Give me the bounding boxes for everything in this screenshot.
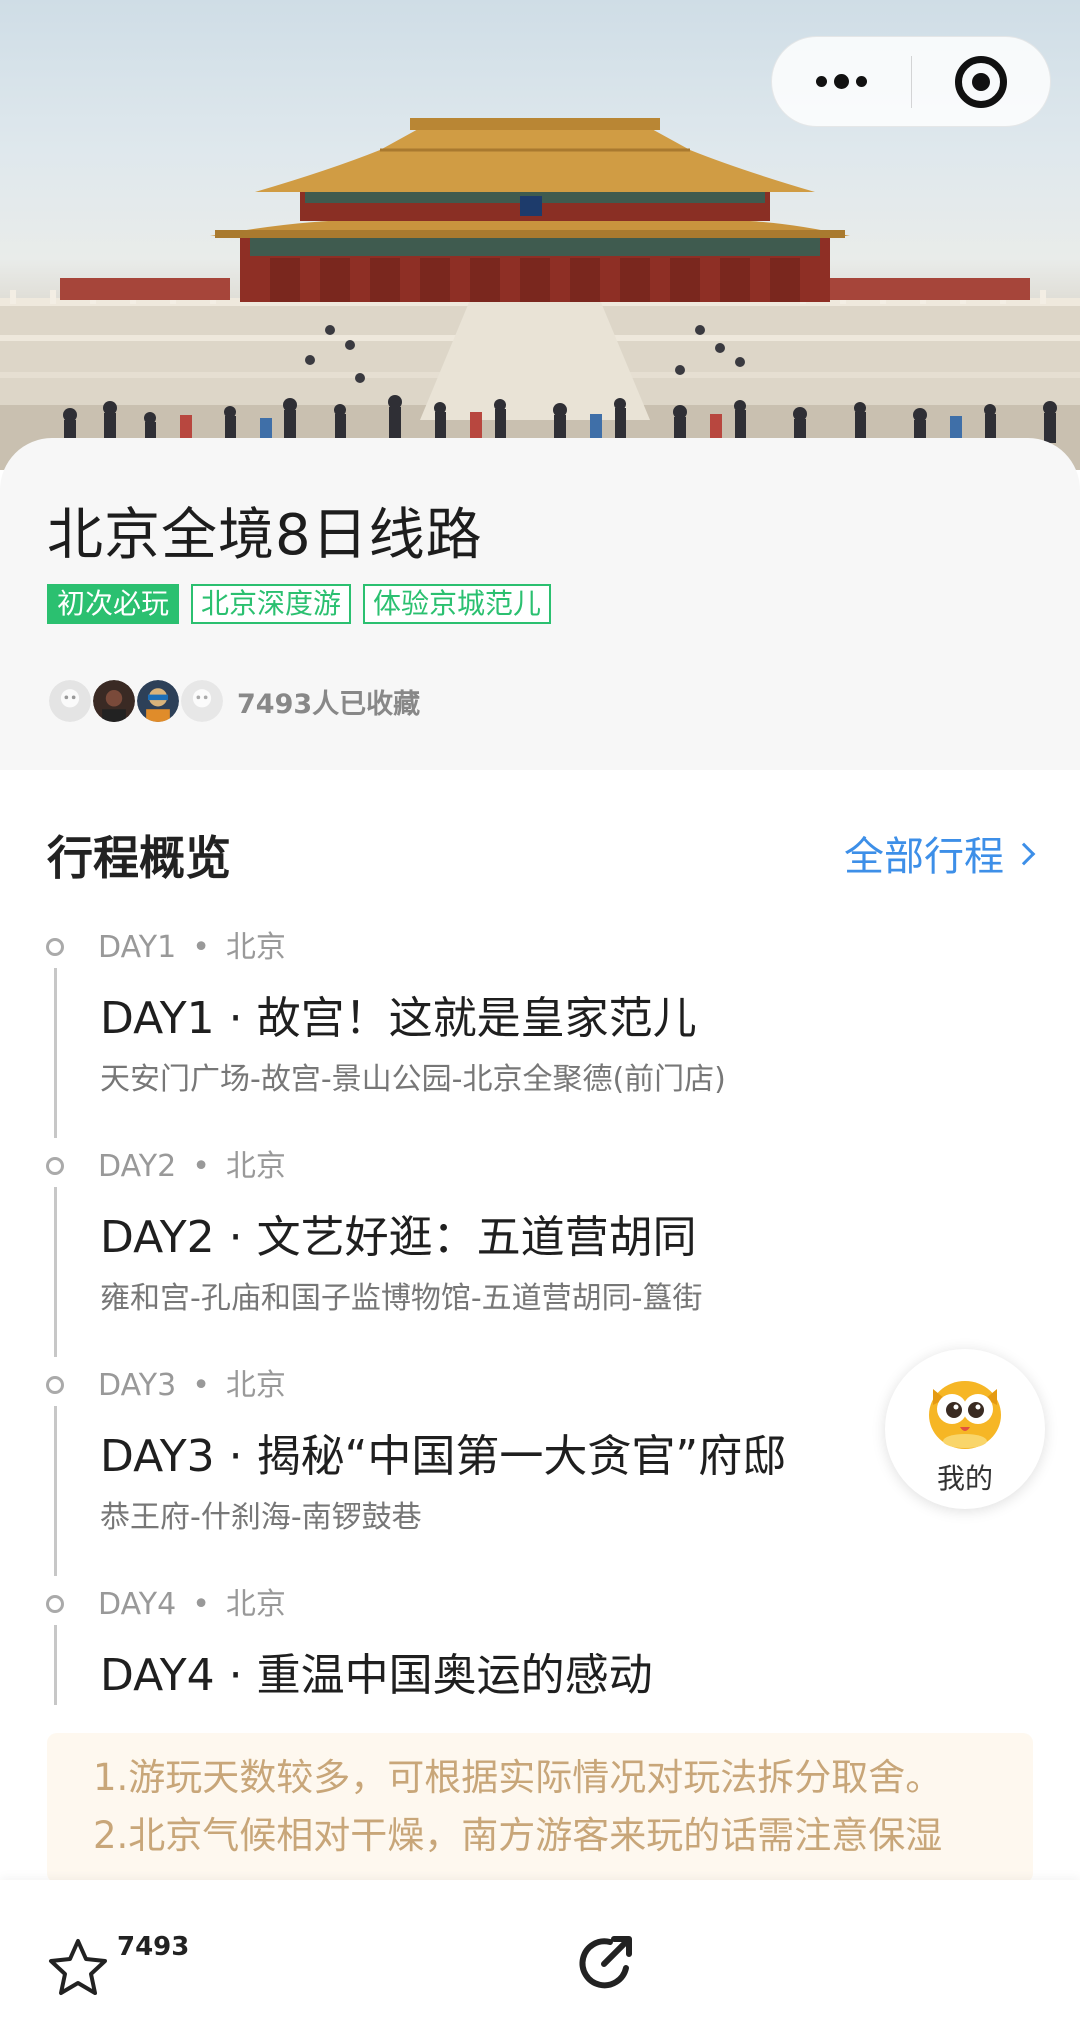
timeline-dot: [46, 938, 64, 956]
day-item-1[interactable]: DAY1 • 北京 DAY1 · 故宫！这就是皇家范儿 天安门广场-故宫-景山公园-…: [0, 922, 1080, 1141]
tag-deep-tour: 北京深度游: [191, 584, 352, 624]
mine-label: 我的: [936, 1462, 993, 1495]
timeline-line: [54, 1406, 57, 1576]
favorite-count: 7493: [117, 1932, 190, 1962]
more-dots-icon: [815, 74, 867, 89]
timeline-line: [54, 1625, 57, 1705]
tip-2: 2.北京气候相对干燥，南方游客来玩的话需注意保湿: [93, 1814, 943, 1857]
overview-title: 行程概览: [47, 831, 231, 885]
tag-capital-style: 体验京城范儿: [363, 584, 552, 624]
all-itinerary-link[interactable]: 全部行程: [844, 824, 1036, 882]
favorite-button[interactable]: 7493: [47, 1932, 190, 2002]
mini-program-capsule: [771, 36, 1051, 127]
star-icon: [49, 1939, 107, 1995]
route-tags: 初次必玩 北京深度游 体验京城范儿: [47, 584, 552, 624]
day-heading: DAY1 · 故宫！这就是皇家范儿: [100, 993, 697, 1044]
route-title: 北京全境8日线路: [47, 503, 483, 568]
timeline-dot: [46, 1595, 64, 1613]
tag-first-visit: 初次必玩: [47, 584, 180, 624]
close-button[interactable]: [912, 37, 1051, 126]
favorites-row: 7493人已收藏: [47, 678, 420, 724]
timeline-line: [54, 1187, 57, 1357]
day-places: 天安门广场-故宫-景山公园-北京全聚德(前门店): [100, 1062, 726, 1097]
timeline-dot: [46, 1157, 64, 1175]
day-heading: DAY4 · 重温中国奥运的感动: [100, 1650, 653, 1701]
timeline-dot: [46, 1376, 64, 1394]
favorites-count-text: 7493人已收藏: [237, 688, 421, 720]
share-button[interactable]: [574, 1932, 638, 1996]
day-subtitle: DAY3 • 北京: [98, 1368, 286, 1403]
hero-image: [0, 0, 1080, 470]
timeline-line: [54, 968, 57, 1138]
day-subtitle: DAY4 • 北京: [98, 1587, 286, 1622]
avatar: [91, 678, 137, 724]
day-heading: DAY2 · 文艺好逛：五道营胡同: [100, 1212, 697, 1263]
share-icon: [579, 1936, 632, 1989]
target-close-icon: [954, 55, 1007, 108]
all-itinerary-label: 全部行程: [844, 834, 1004, 880]
day-places: 雍和宫-孔庙和国子监博物馆-五道营胡同-簋街: [100, 1281, 703, 1316]
mine-floating-button[interactable]: 我的: [885, 1349, 1045, 1509]
owl-mascot-icon: [929, 1381, 1001, 1449]
tips-box: 1.游玩天数较多，可根据实际情况对玩法拆分取舍。 2.北京气候相对干燥，南方游客…: [47, 1733, 1033, 1883]
chevron-right-icon: [1012, 842, 1036, 866]
day-item-2[interactable]: DAY2 • 北京 DAY2 · 文艺好逛：五道营胡同 雍和宫-孔庙和国子监博物馆-…: [0, 1141, 1080, 1360]
day-subtitle: DAY2 • 北京: [98, 1149, 286, 1184]
avatar: [179, 678, 225, 724]
tip-1: 1.游玩天数较多，可根据实际情况对玩法拆分取舍。: [93, 1756, 943, 1799]
day-places: 恭王府-什刹海-南锣鼓巷: [100, 1500, 422, 1535]
bottom-action-bar: 7493: [0, 1880, 1080, 2040]
day-subtitle: DAY1 • 北京: [98, 930, 286, 965]
avatar: [47, 678, 93, 724]
avatar-stack: [47, 678, 225, 724]
avatar: [135, 678, 181, 724]
itinerary-overview: 行程概览 全部行程 DAY1 • 北京 DAY1 · 故宫！这就是皇家范儿 天安门广…: [0, 770, 1080, 1906]
more-button[interactable]: [772, 37, 911, 126]
day-heading: DAY3 · 揭秘“中国第一大贪官”府邸: [100, 1431, 787, 1482]
route-header-card: 北京全境8日线路 初次必玩 北京深度游 体验京城范儿 7493人已收藏: [0, 438, 1080, 770]
